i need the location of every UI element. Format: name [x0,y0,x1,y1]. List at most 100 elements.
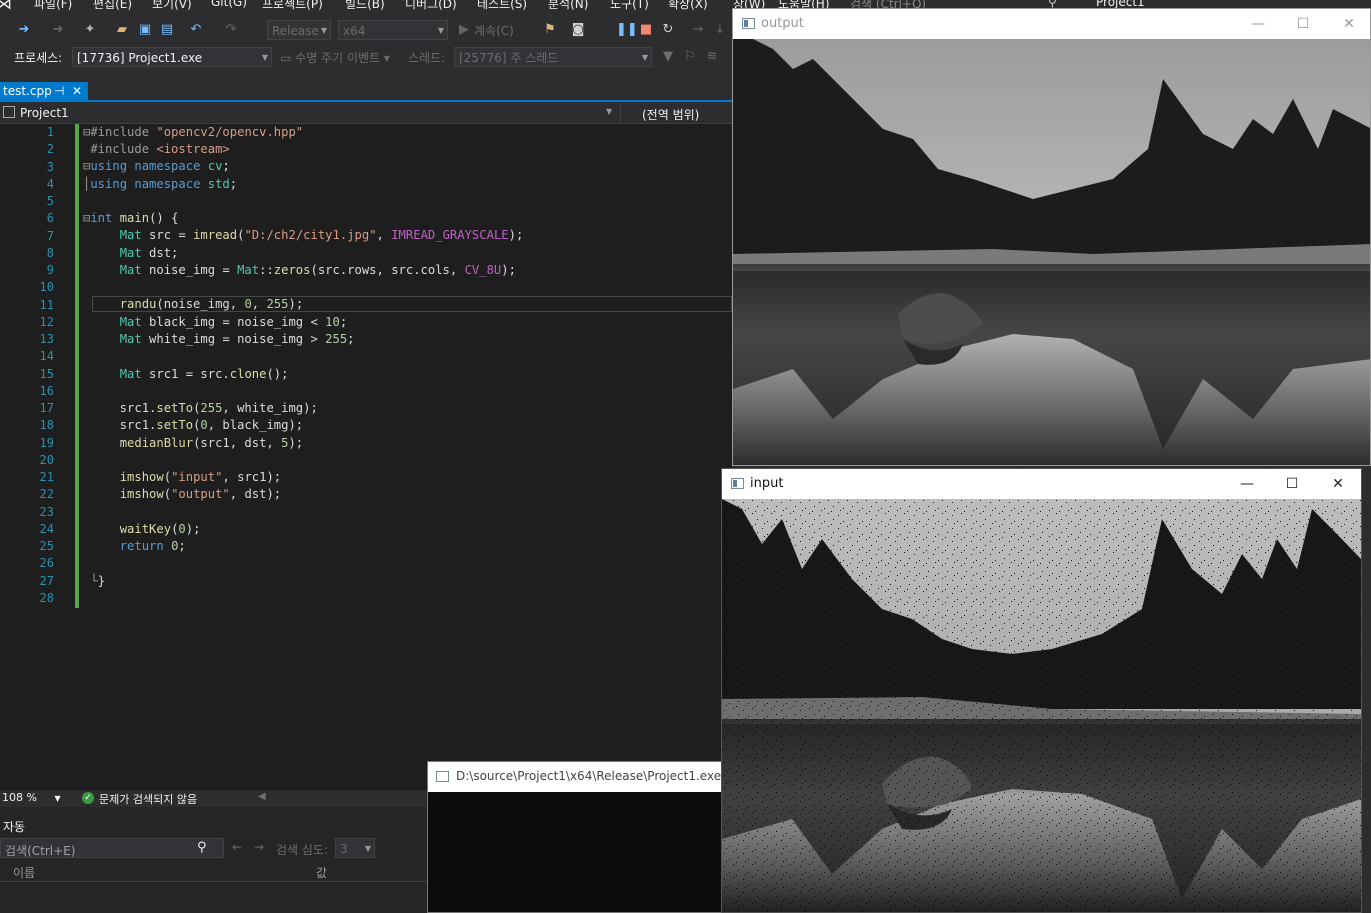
column-name[interactable]: 이름 [13,864,35,881]
line-number: 20 [39,452,54,467]
platform-dropdown[interactable]: x64 ▼ [338,20,448,40]
new-project-icon[interactable]: ✦ [82,22,98,38]
input-window[interactable]: input — ☐ ✕ [721,468,1362,913]
line-number: 19 [39,435,54,450]
line-number: 8 [46,245,54,260]
forward-icon[interactable]: ➜ [50,22,66,38]
code-line-25: return 0; [119,539,186,553]
column-value[interactable]: 값 [316,864,327,881]
console-title: D:\source\Project1\x64\Release\Project1.… [456,769,722,783]
autos-panel: 자동 검색(Ctrl+E) ⚲ ← → 검색 심도: 3 ▼ 이름 값 [0,807,427,913]
console-titlebar: D:\source\Project1\x64\Release\Project1.… [428,762,726,792]
code-line-9: Mat noise_img = Mat::zeros(src.rows, src… [119,263,516,277]
chevron-down-icon: ▼ [641,53,648,62]
search-icon: ⚲ [197,840,207,855]
restart-icon[interactable]: ↻ [660,22,676,38]
check-circle-icon: ✓ [82,792,94,804]
menu-build[interactable]: 빌드(B) [345,0,385,10]
pause-icon[interactable]: ❚❚ [616,22,638,38]
attach-process-icon[interactable]: ⚑ [542,22,558,38]
project-icon [3,106,15,118]
continue-button[interactable]: 계속(C) [474,22,514,39]
search-back-icon[interactable]: ← [232,840,242,854]
close-icon[interactable]: ✕ [1334,13,1364,35]
line-number: 6 [46,211,54,226]
vs-logo-icon: ⋈ [0,0,12,10]
process-dropdown[interactable]: [17736] Project1.exe ▼ [72,47,272,67]
project-dropdown[interactable]: Project1 [20,106,69,120]
line-number: 17 [39,401,54,415]
flag-icon[interactable]: ⚐ [682,49,698,65]
line-number: 2 [46,142,54,157]
problems-status[interactable]: 문제가 검색되지 않음 [99,791,197,807]
depth-dropdown[interactable]: 3 ▼ [335,838,375,858]
chevron-down-icon: ▼ [320,26,327,35]
document-tabs: test.cpp ⊣ ✕ [0,68,735,102]
line-number: 14 [39,349,54,364]
pin-icon[interactable]: ⊣ [54,82,64,100]
threads-icon[interactable]: ≋ [704,49,720,65]
chevron-down-icon: ▼ [606,107,613,116]
menu-tools[interactable]: 도구(T) [610,0,649,10]
code-line-24: waitKey(0); [119,522,201,536]
scroll-left-icon[interactable]: ◀ [258,791,266,802]
close-icon[interactable]: ✕ [1323,473,1353,495]
menu-debug[interactable]: 디버그(D) [405,0,457,10]
scope-dropdown[interactable]: (전역 범위) [642,106,699,123]
save-all-icon[interactable]: ▤ [159,22,175,38]
menu-extensions[interactable]: 확장(X) [668,0,708,10]
redo-icon[interactable]: ↷ [223,22,239,38]
editor-status-row: 108 % ▼ ✓ 문제가 검색되지 않음 ◀ [0,790,427,807]
zoom-dropdown[interactable]: 108 % ▼ [2,791,61,804]
code-editor[interactable]: 1 2 3 4 5 6 7 8 9 10 11 12 13 14 15 16 17 18 19 20 21 22 23 24 2… [0,124,732,790]
minimize-icon[interactable]: — [1243,13,1273,35]
line-number: 21 [39,470,54,484]
maximize-icon[interactable]: ☐ [1277,473,1307,495]
console-app-icon [436,771,449,782]
line-number: 4 [46,176,54,191]
line-number: 24 [39,521,54,536]
back-icon[interactable]: ➜ [16,22,32,38]
autos-search-input[interactable]: 검색(Ctrl+E) ⚲ [0,838,224,858]
menu-git[interactable]: Git(G) [211,0,247,9]
open-folder-icon[interactable]: ▰ [114,22,130,38]
line-number: 22 [39,487,54,502]
thread-dropdown[interactable]: [25776] 주 스레드 ▼ [454,47,652,67]
menu-test[interactable]: 테스트(S) [477,0,527,10]
code-line-7: Mat src = imread("D:/ch2/city1.jpg", IMR… [119,228,524,242]
menu-project[interactable]: 프로젝트(P) [262,0,323,10]
code-line-27: └} [83,574,106,588]
search-forward-icon[interactable]: → [254,840,264,854]
menu-file[interactable]: 파일(F) [34,0,72,10]
lifecycle-events-button[interactable]: ▭ 수명 주기 이벤트 ▾ [280,49,390,66]
code-line-11: randu(noise_img, 0, 255); [119,297,304,311]
close-icon[interactable]: ✕ [72,82,82,100]
play-icon[interactable]: ▶ [456,22,472,38]
line-number: 5 [46,194,54,208]
code-line-18: src1.setTo(0, black_img); [83,418,304,432]
tab-test-cpp[interactable]: test.cpp ⊣ ✕ [0,82,88,100]
chevron-down-icon: ▼ [261,53,268,62]
undo-icon[interactable]: ↶ [188,22,204,38]
step-into-icon[interactable]: ↓ [712,22,728,38]
output-window[interactable]: output — ☐ ✕ [732,8,1371,466]
stop-icon[interactable]: ■ [638,22,654,38]
output-titlebar: output — ☐ ✕ [733,9,1370,39]
code-line-15: Mat src1 = src.clone(); [119,367,289,381]
chevron-down-icon: ▼ [364,844,371,853]
console-window[interactable]: D:\source\Project1\x64\Release\Project1.… [427,761,727,913]
step-over-icon[interactable]: → [690,22,706,38]
maximize-icon[interactable]: ☐ [1288,13,1318,35]
filter-icon[interactable]: ▼ [660,49,676,65]
menu-view[interactable]: 보기(V) [152,0,192,10]
line-number: 15 [39,366,54,381]
save-icon[interactable]: ▣ [137,22,153,38]
line-number: 13 [39,332,54,346]
configuration-dropdown[interactable]: Release ▼ [267,20,331,40]
menu-analyze[interactable]: 분석(N) [548,0,588,10]
code-line-2: #include <iostream> [83,142,230,156]
window-app-icon [742,18,755,29]
minimize-icon[interactable]: — [1232,473,1262,495]
menu-edit[interactable]: 편집(E) [93,0,132,10]
screenshot-icon[interactable]: ◙ [570,22,586,38]
